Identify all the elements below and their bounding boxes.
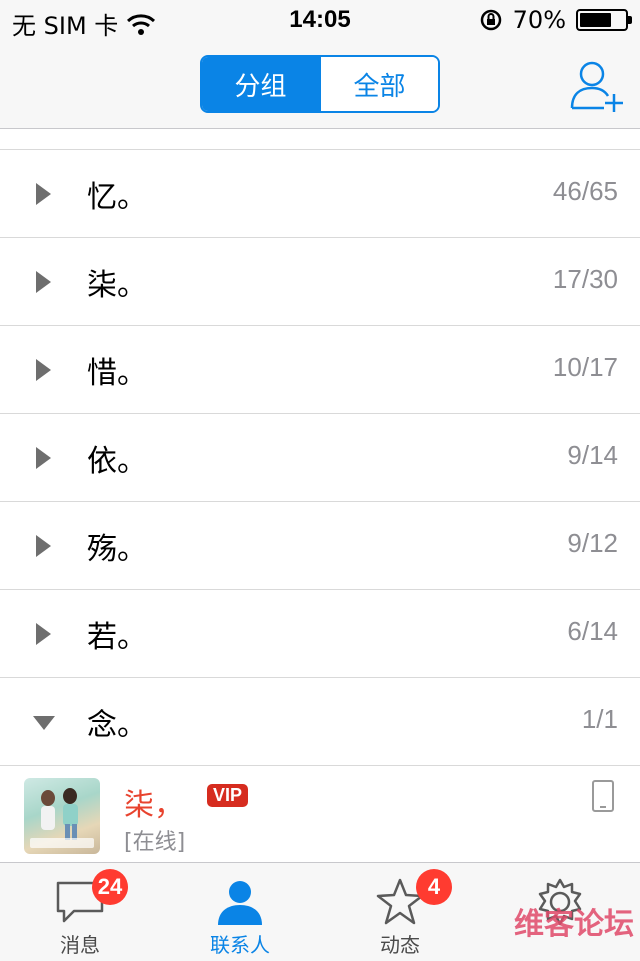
moments-badge: 4 [416, 869, 452, 905]
battery-percent: 70% [512, 6, 566, 34]
nav-bar: 分组 全部 [0, 40, 640, 129]
expanded-arrow-icon [33, 716, 55, 730]
group-count: 6/14 [567, 616, 618, 646]
friend-row[interactable]: 柒， VIP [在线] [0, 766, 640, 864]
add-friend-icon[interactable] [570, 58, 626, 112]
group-name: 惜。 [87, 356, 147, 391]
collapsed-arrow-icon [36, 271, 51, 293]
collapsed-arrow-icon [36, 447, 51, 469]
orientation-lock-icon [480, 9, 501, 31]
contacts-icon [218, 881, 262, 925]
battery-icon [576, 9, 632, 31]
group-count: 46/65 [552, 176, 618, 206]
collapsed-arrow-icon [36, 183, 51, 205]
collapsed-arrow-icon [36, 359, 51, 381]
avatar-photo [30, 788, 94, 848]
contacts-list: 忆。 46/65 柒。 17/30 惜。 10/17 依。 9/14 殇。 9/… [0, 129, 640, 864]
group-name: 殇。 [87, 532, 147, 567]
list-top-divider [0, 129, 640, 150]
group-row[interactable]: 依。 9/14 [0, 414, 640, 502]
tab-contacts-label: 联系人 [210, 933, 270, 957]
tab-bar: 24 消息 联系人 4 动态 维客论坛 [0, 862, 640, 961]
group-row[interactable]: 忆。 46/65 [0, 150, 640, 238]
group-name: 忆。 [87, 180, 147, 215]
status-right: 70% [479, 6, 632, 34]
group-count: 9/14 [567, 440, 618, 470]
watermark: 维客论坛 [514, 907, 634, 942]
segment-all[interactable]: 全部 [319, 57, 438, 111]
collapsed-arrow-icon [36, 623, 51, 645]
group-name: 依。 [87, 444, 147, 479]
group-row[interactable]: 柒。 17/30 [0, 238, 640, 326]
status-bar: 无 SIM 卡 14:05 70% [0, 0, 640, 40]
segment-groups[interactable]: 分组 [202, 57, 319, 111]
messages-badge: 24 [92, 869, 128, 905]
group-row[interactable]: 殇。 9/12 [0, 502, 640, 590]
segmented-control: 分组 全部 [200, 55, 440, 113]
collapsed-arrow-icon [36, 535, 51, 557]
group-row-expanded[interactable]: 念。 1/1 [0, 678, 640, 766]
avatar [24, 778, 100, 854]
tab-moments-label: 动态 [380, 933, 420, 957]
tab-messages-label: 消息 [60, 933, 100, 957]
tab-moments[interactable]: 4 动态 [320, 863, 480, 961]
tab-messages[interactable]: 24 消息 [0, 863, 160, 961]
group-count: 17/30 [552, 264, 618, 294]
phone-icon [592, 780, 614, 812]
group-row[interactable]: 惜。 10/17 [0, 326, 640, 414]
group-row[interactable]: 若。 6/14 [0, 590, 640, 678]
tab-contacts[interactable]: 联系人 [160, 863, 320, 961]
group-count: 10/17 [552, 352, 618, 382]
group-name: 柒。 [87, 268, 147, 303]
group-name: 念。 [87, 708, 147, 743]
friend-name: 柒， [124, 788, 184, 823]
group-count: 9/12 [567, 528, 618, 558]
group-count: 1/1 [581, 704, 618, 734]
friend-status: [在线] [124, 830, 186, 855]
vip-badge: VIP [207, 784, 249, 807]
battery-fill [580, 13, 611, 27]
group-name: 若。 [87, 620, 147, 655]
